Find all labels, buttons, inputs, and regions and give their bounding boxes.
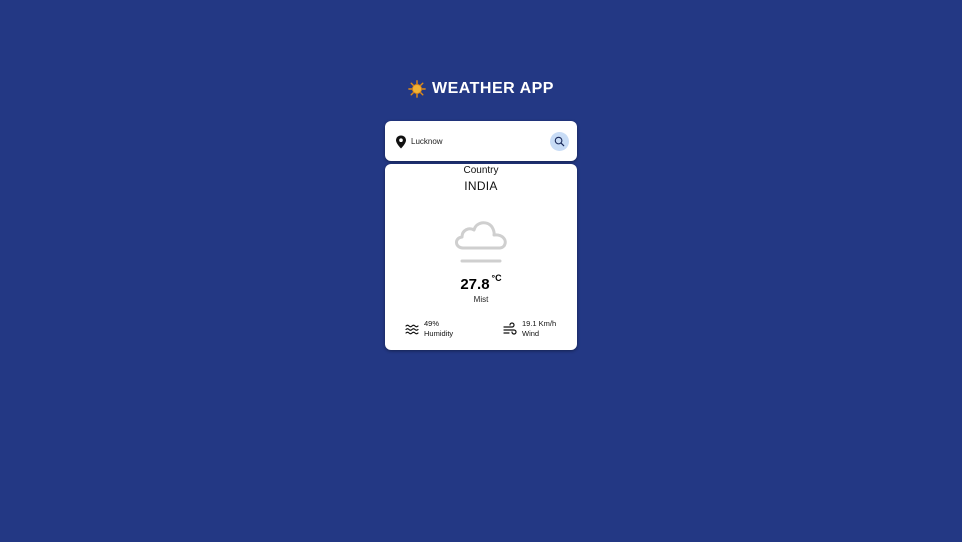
weather-card: Country INDIA 27.8°C Mist 49% Humidity (385, 164, 577, 350)
humidity-label: Humidity (424, 329, 454, 338)
temperature-unit: °C (491, 273, 502, 283)
humidity-stat: 49% Humidity (405, 319, 453, 339)
wind-stat: 19.1 Km/h Wind (503, 319, 556, 339)
app-header: WEATHER APP (0, 80, 962, 98)
cloud-mist-icon (455, 221, 507, 263)
temperature-row: 27.8 °C (385, 273, 577, 294)
humidity-value: 49% (424, 319, 440, 328)
humidity-waves-icon (405, 324, 419, 335)
search-icon (554, 136, 565, 147)
app-title: WEATHER APP (432, 80, 554, 97)
sun-icon (408, 80, 426, 98)
country-label: Country (463, 165, 499, 176)
wind-value: 19.1 Km/h (522, 319, 557, 328)
wind-icon (503, 322, 517, 335)
wind-label: Wind (522, 329, 540, 338)
temperature-value: 27.8 (460, 276, 490, 293)
search-input[interactable] (411, 133, 551, 149)
weather-condition: Mist (473, 295, 489, 304)
location-pin-icon (396, 135, 406, 149)
search-bar (385, 121, 577, 161)
search-button[interactable] (550, 132, 569, 151)
country-name: INDIA (464, 179, 498, 193)
